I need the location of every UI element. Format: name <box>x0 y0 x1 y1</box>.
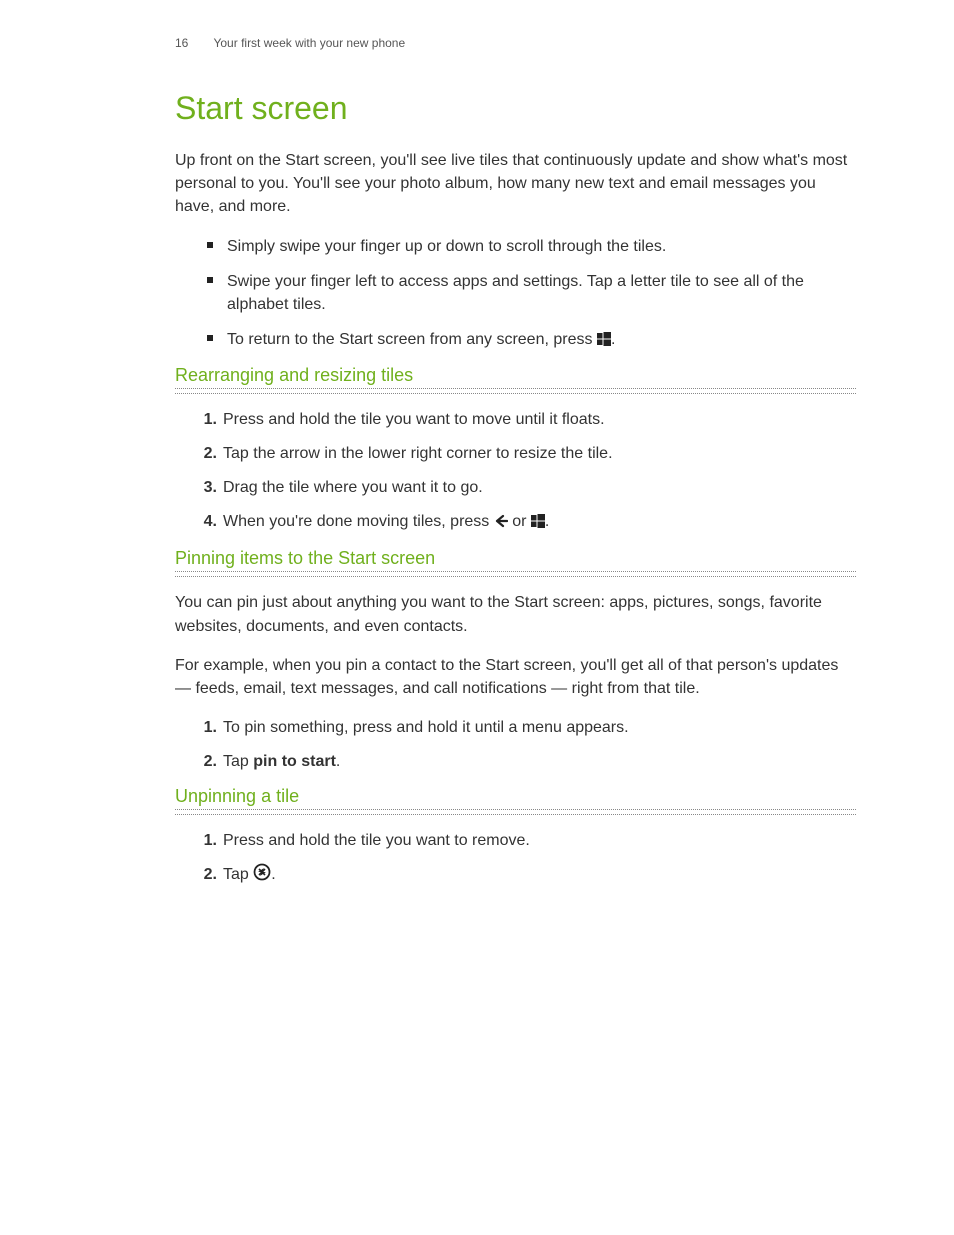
list-item: Swipe your finger left to access apps an… <box>213 270 856 316</box>
list-item: Tap the arrow in the lower right corner … <box>221 442 856 466</box>
step-text-pre: When you're done moving tiles, press <box>223 513 494 530</box>
section-heading: Rearranging and resizing tiles <box>175 365 856 389</box>
intro-paragraph: Up front on the Start screen, you'll see… <box>175 149 856 219</box>
unpinning-steps: Press and hold the tile you want to remo… <box>175 829 856 889</box>
list-item: Tap . <box>221 863 856 889</box>
windows-logo-icon <box>531 512 545 536</box>
divider <box>175 814 856 815</box>
list-item: Press and hold the tile you want to remo… <box>221 829 856 853</box>
running-title: Your first week with your new phone <box>213 36 405 50</box>
step-text-pre: Tap <box>223 753 253 770</box>
page-number: 16 <box>175 36 188 50</box>
list-item: Drag the tile where you want it to go. <box>221 476 856 500</box>
manual-page: 16 Your first week with your new phone S… <box>0 0 954 1235</box>
page-title: Start screen <box>175 90 856 127</box>
back-arrow-icon <box>494 512 508 536</box>
intro-bullets: Simply swipe your finger up or down to s… <box>175 235 856 354</box>
list-item: Simply swipe your finger up or down to s… <box>213 235 856 258</box>
section-heading: Pinning items to the Start screen <box>175 548 856 572</box>
bullet-text-post: . <box>611 331 615 348</box>
pinning-paragraph-1: You can pin just about anything you want… <box>175 591 856 637</box>
section-heading: Unpinning a tile <box>175 786 856 810</box>
divider <box>175 576 856 577</box>
step-text-post: . <box>545 513 549 530</box>
list-item: To return to the Start screen from any s… <box>213 328 856 353</box>
bullet-text-pre: To return to the Start screen from any s… <box>227 331 597 348</box>
step-text-pre: Tap <box>223 866 253 883</box>
list-item: When you're done moving tiles, press or … <box>221 510 856 536</box>
pinning-paragraph-2: For example, when you pin a contact to t… <box>175 654 856 700</box>
step-text-post: . <box>336 753 340 770</box>
divider <box>175 393 856 394</box>
step-text-post: . <box>271 866 275 883</box>
running-header: 16 Your first week with your new phone <box>175 36 856 50</box>
list-item: Tap pin to start. <box>221 750 856 774</box>
list-item: To pin something, press and hold it unti… <box>221 716 856 740</box>
step-text-mid: or <box>512 513 531 530</box>
windows-logo-icon <box>597 330 611 353</box>
pinning-steps: To pin something, press and hold it unti… <box>175 716 856 774</box>
list-item: Press and hold the tile you want to move… <box>221 408 856 432</box>
rearranging-steps: Press and hold the tile you want to move… <box>175 408 856 536</box>
pin-to-start-label: pin to start <box>253 753 336 770</box>
unpin-circle-icon <box>253 863 271 889</box>
